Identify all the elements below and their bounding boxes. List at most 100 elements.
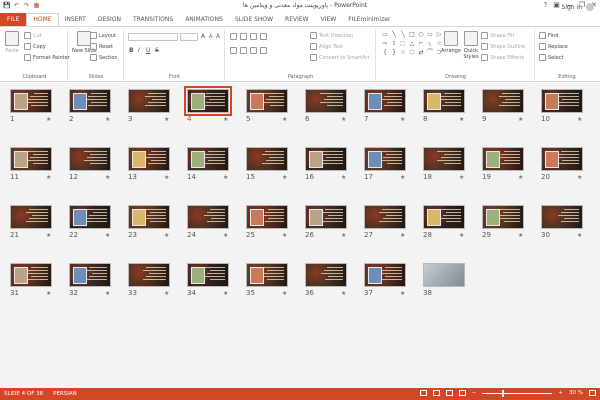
shapes-gallery[interactable]: ▭ ╲ ╲ □ ○ ▭ ▷ ⇨ ⇧ ⬚ △ ⌐ ╮ ☆ { } ☆ ⬡ ⇄ ⌒ (381, 31, 442, 61)
save-icon[interactable]: 💾 (3, 2, 10, 9)
slide-thumbnail[interactable] (69, 147, 111, 171)
paste-button[interactable]: Paste (5, 31, 19, 54)
transition-star-icon[interactable]: ★ (223, 116, 228, 123)
slide-thumbnail-item[interactable]: 18 ★ (423, 147, 467, 181)
slide-thumbnail[interactable] (246, 205, 288, 229)
transition-star-icon[interactable]: ★ (518, 232, 523, 239)
transition-star-icon[interactable]: ★ (459, 174, 464, 181)
reset-button[interactable]: Reset (90, 43, 113, 50)
zoom-slider-thumb[interactable] (502, 389, 505, 397)
layout-button[interactable]: Layout (90, 32, 116, 39)
slide-thumbnail-item[interactable]: 27 ★ (364, 205, 408, 239)
shape-outline-button[interactable]: Shape Outline (481, 43, 525, 50)
quick-styles-button[interactable]: Quick Styles (462, 31, 480, 60)
transition-star-icon[interactable]: ★ (105, 174, 110, 181)
cut-button[interactable]: Cut (24, 32, 42, 39)
transition-star-icon[interactable]: ★ (341, 232, 346, 239)
align-text-button[interactable]: Align Text (310, 43, 343, 50)
shrink-font-button[interactable]: A (209, 34, 212, 40)
slide-thumbnail-item[interactable]: 31 ★ (10, 263, 54, 297)
font-name-box[interactable] (128, 33, 178, 41)
format-painter-button[interactable]: Format Painter (24, 54, 70, 61)
slide-thumbnail[interactable] (305, 147, 347, 171)
underline-button[interactable]: U (146, 47, 150, 54)
transition-star-icon[interactable]: ★ (46, 232, 51, 239)
transition-star-icon[interactable]: ★ (164, 232, 169, 239)
transition-star-icon[interactable]: ★ (46, 116, 51, 123)
increase-indent-icon[interactable] (260, 33, 267, 40)
slide-thumbnail[interactable] (69, 205, 111, 229)
copy-button[interactable]: Copy (24, 43, 46, 50)
slide-thumbnail[interactable] (305, 89, 347, 113)
transition-star-icon[interactable]: ★ (282, 116, 287, 123)
tab-insert[interactable]: INSERT (59, 13, 92, 26)
slide-thumbnail-item[interactable]: 32 ★ (69, 263, 113, 297)
slide-thumbnail-item[interactable]: 12 ★ (69, 147, 113, 181)
tab-file[interactable]: FILE (0, 13, 27, 26)
slide-thumbnail[interactable] (541, 147, 583, 171)
slide-thumbnail[interactable] (184, 86, 232, 116)
slide-thumbnail-item[interactable]: 3 ★ (128, 89, 172, 123)
tab-fileminimizer[interactable]: FILEminimizer (342, 13, 396, 26)
decrease-indent-icon[interactable] (250, 33, 257, 40)
slide-thumbnail[interactable] (128, 263, 170, 287)
zoom-slider[interactable] (482, 389, 553, 397)
slide-thumbnail[interactable] (364, 205, 406, 229)
transition-star-icon[interactable]: ★ (164, 116, 169, 123)
transition-star-icon[interactable]: ★ (105, 290, 110, 297)
slide-thumbnail-item[interactable]: 4 ★ (184, 86, 232, 123)
shape-item[interactable]: ⬡ (408, 49, 416, 57)
transition-star-icon[interactable]: ★ (459, 116, 464, 123)
tab-design[interactable]: DESIGN (92, 13, 127, 26)
slide-thumbnail[interactable] (541, 205, 583, 229)
help-icon[interactable]: ? (544, 1, 548, 9)
slide-thumbnail[interactable] (10, 263, 52, 287)
slide-thumbnail-item[interactable]: 16 ★ (305, 147, 349, 181)
reading-view-icon[interactable] (445, 390, 453, 396)
italic-button[interactable]: I (138, 47, 140, 54)
slide-thumbnail[interactable] (10, 89, 52, 113)
slide-thumbnail-item[interactable]: 6 ★ (305, 89, 349, 123)
shape-item[interactable]: ⇨ (381, 40, 389, 48)
slide-thumbnail[interactable] (10, 205, 52, 229)
slide-thumbnail[interactable] (10, 147, 52, 171)
transition-star-icon[interactable]: ★ (400, 232, 405, 239)
tab-view[interactable]: VIEW (315, 13, 343, 26)
ribbon-display-icon[interactable]: ▣ (553, 1, 560, 9)
tab-home[interactable]: HOME (26, 13, 59, 26)
transition-star-icon[interactable]: ★ (282, 290, 287, 297)
grow-font-button[interactable]: A (201, 33, 205, 40)
slide-thumbnail[interactable] (187, 263, 229, 287)
slide-thumbnail-item[interactable]: 33 ★ (128, 263, 172, 297)
slide-thumbnail[interactable] (423, 89, 465, 113)
slide-thumbnail-item[interactable]: 15 ★ (246, 147, 290, 181)
slide-thumbnail[interactable] (364, 263, 406, 287)
fit-slide-icon[interactable] (589, 390, 596, 396)
transition-star-icon[interactable]: ★ (518, 174, 523, 181)
slide-thumbnail[interactable] (69, 89, 111, 113)
shape-fill-button[interactable]: Shape Fill (481, 32, 514, 39)
convert-smartart-button[interactable]: Convert to SmartArt (310, 54, 370, 61)
slide-thumbnail-item[interactable]: 22 ★ (69, 205, 113, 239)
shape-item[interactable]: ⌐ (417, 40, 425, 48)
sign-in[interactable]: Sign in (562, 3, 594, 11)
justify-icon[interactable] (260, 47, 267, 54)
slide-thumbnail[interactable] (541, 89, 583, 113)
slide-thumbnail[interactable] (246, 89, 288, 113)
shape-item[interactable]: △ (408, 40, 416, 48)
align-left-icon[interactable] (230, 47, 237, 54)
slide-thumbnail-item[interactable]: 35 ★ (246, 263, 290, 297)
slide-thumbnail-item[interactable]: 14 ★ (187, 147, 231, 181)
tab-animations[interactable]: ANIMATIONS (179, 13, 229, 26)
slide-thumbnail[interactable] (128, 89, 170, 113)
replace-button[interactable]: Replace (539, 43, 568, 50)
transition-star-icon[interactable]: ★ (282, 174, 287, 181)
slide-thumbnail[interactable] (364, 147, 406, 171)
slide-thumbnail-item[interactable]: 17 ★ (364, 147, 408, 181)
transition-star-icon[interactable]: ★ (223, 232, 228, 239)
slide-thumbnail[interactable] (305, 263, 347, 287)
transition-star-icon[interactable]: ★ (223, 290, 228, 297)
transition-star-icon[interactable]: ★ (518, 116, 523, 123)
shape-item[interactable]: ⌒ (426, 49, 434, 57)
slide-thumbnail[interactable] (128, 205, 170, 229)
